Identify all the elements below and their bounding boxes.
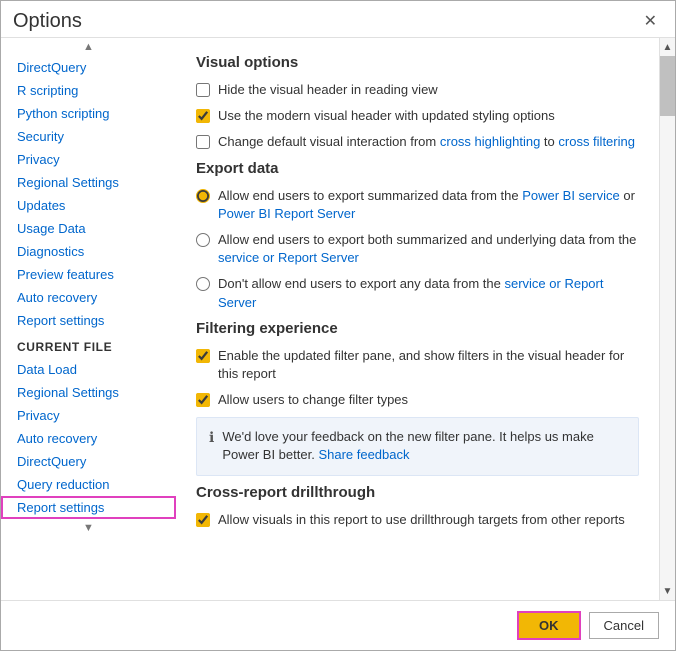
main-scrollbar: ▲ ▼ [659,38,675,600]
scroll-up-button[interactable]: ▲ [660,38,675,56]
label-export-summarized: Allow end users to export summarized dat… [218,187,639,223]
section-title-export-data: Export data [196,160,639,177]
sidebar-item-security[interactable]: Security [1,125,176,148]
options-dialog: Options ✕ ▲ DirectQueryR scriptingPython… [0,0,676,651]
sidebar-item-autorecovery[interactable]: Auto recovery [1,286,176,309]
current-file-header: CURRENT FILE [1,332,176,358]
sidebar-item-cf-reportsettings[interactable]: Report settings [1,496,176,519]
sidebar-scroll-down[interactable]: ▼ [1,519,176,537]
sidebar-item-cf-regionalsettings[interactable]: Regional Settings [1,381,176,404]
sidebar-scroll-up[interactable]: ▲ [1,38,176,56]
sidebar-item-diagnostics[interactable]: Diagnostics [1,240,176,263]
section-title-cross-report-drillthrough: Cross-report drillthrough [196,484,639,501]
sidebar-wrapper: ▲ DirectQueryR scriptingPython scripting… [1,38,176,600]
sidebar-item-pythonscripting[interactable]: Python scripting [1,102,176,125]
title-bar: Options ✕ [1,1,675,37]
section-title-filtering-experience: Filtering experience [196,320,639,337]
sidebar-item-cf-privacy[interactable]: Privacy [1,404,176,427]
share-feedback-link[interactable]: Share feedback [318,447,409,462]
sidebar-global-section: DirectQueryR scriptingPython scriptingSe… [1,56,176,332]
input-change-default-interaction[interactable] [196,135,210,149]
option-row-dont-allow-export: Don't allow end users to export any data… [196,275,639,311]
sidebar-item-directquery[interactable]: DirectQuery [1,56,176,79]
input-export-summarized[interactable] [196,189,210,203]
main-area: Visual options Hide the visual header in … [176,38,675,600]
sidebar-item-dataload[interactable]: Data Load [1,358,176,381]
feedback-text: We'd love your feedback on the new filte… [222,428,626,464]
sidebar-item-regionalsettings[interactable]: Regional Settings [1,171,176,194]
option-row-allow-visuals-drillthrough: Allow visuals in this report to use dril… [196,511,639,529]
sidebar-item-updates[interactable]: Updates [1,194,176,217]
input-change-filter-types[interactable] [196,393,210,407]
info-icon: ℹ [209,429,214,446]
sidebar-item-cf-autorecovery[interactable]: Auto recovery [1,427,176,450]
dialog-body: ▲ DirectQueryR scriptingPython scripting… [1,37,675,600]
section-title-visual-options: Visual options [196,54,639,71]
sidebar-item-rscripting[interactable]: R scripting [1,79,176,102]
option-row-export-summarized: Allow end users to export summarized dat… [196,187,639,223]
option-row-change-filter-types: Allow users to change filter types [196,391,639,409]
option-row-modern-visual-header: Use the modern visual header with update… [196,107,639,125]
label-filter-pane: Enable the updated filter pane, and show… [218,347,639,383]
label-dont-allow-export: Don't allow end users to export any data… [218,275,639,311]
main-content: Visual options Hide the visual header in … [176,38,659,600]
scroll-thumb[interactable] [660,56,675,116]
input-export-both[interactable] [196,233,210,247]
scroll-down-button[interactable]: ▼ [660,582,675,600]
label-modern-visual-header: Use the modern visual header with update… [218,107,555,125]
sidebar-item-usagedata[interactable]: Usage Data [1,217,176,240]
label-change-default-interaction: Change default visual interaction from c… [218,133,635,151]
input-dont-allow-export[interactable] [196,277,210,291]
feedback-box-filtering-experience: ℹ We'd love your feedback on the new filt… [196,417,639,475]
sidebar-item-previewfeatures[interactable]: Preview features [1,263,176,286]
label-change-filter-types: Allow users to change filter types [218,391,408,409]
scroll-thumb-area [660,56,675,582]
sidebar: ▲ DirectQueryR scriptingPython scripting… [1,38,176,600]
label-export-both: Allow end users to export both summarize… [218,231,639,267]
input-filter-pane[interactable] [196,349,210,363]
ok-button[interactable]: OK [517,611,581,640]
sidebar-current-section: Data LoadRegional SettingsPrivacyAuto re… [1,358,176,519]
input-modern-visual-header[interactable] [196,109,210,123]
close-button[interactable]: ✕ [638,9,663,33]
option-row-filter-pane: Enable the updated filter pane, and show… [196,347,639,383]
sidebar-item-cf-directquery[interactable]: DirectQuery [1,450,176,473]
input-allow-visuals-drillthrough[interactable] [196,513,210,527]
sidebar-item-privacy[interactable]: Privacy [1,148,176,171]
dialog-footer: OK Cancel [1,600,675,650]
option-row-hide-visual-header: Hide the visual header in reading view [196,81,639,99]
sidebar-item-reportsettings[interactable]: Report settings [1,309,176,332]
dialog-title: Options [13,10,82,33]
label-allow-visuals-drillthrough: Allow visuals in this report to use dril… [218,511,625,529]
input-hide-visual-header[interactable] [196,83,210,97]
option-row-export-both: Allow end users to export both summarize… [196,231,639,267]
option-row-change-default-interaction: Change default visual interaction from c… [196,133,639,151]
sidebar-item-cf-queryreduction[interactable]: Query reduction [1,473,176,496]
cancel-button[interactable]: Cancel [589,612,659,639]
label-hide-visual-header: Hide the visual header in reading view [218,81,438,99]
